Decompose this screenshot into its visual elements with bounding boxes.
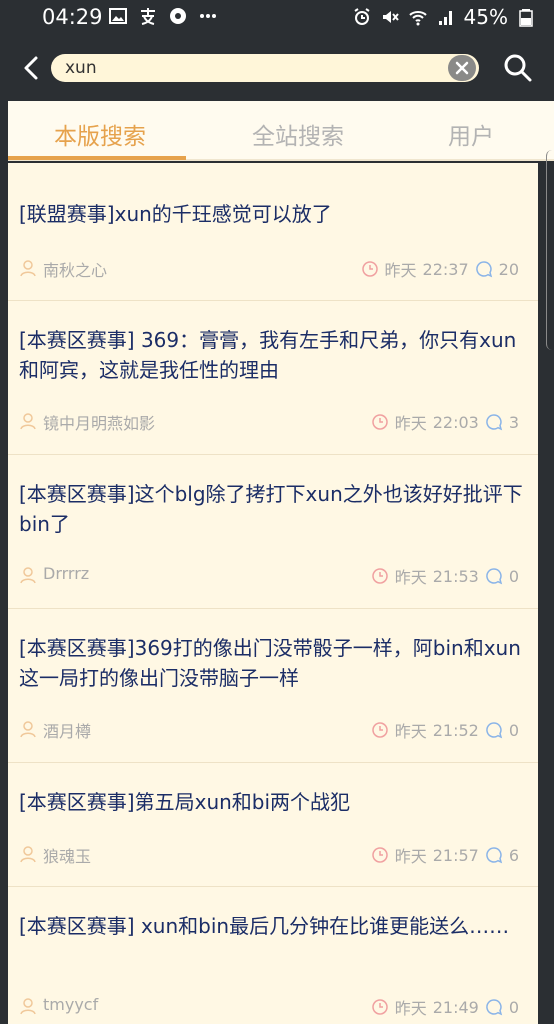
post-author[interactable]: 酒月樽 xyxy=(43,718,91,742)
clock-icon xyxy=(371,847,388,863)
user-icon xyxy=(20,998,36,1015)
user-icon xyxy=(20,260,36,277)
search-input[interactable] xyxy=(65,56,425,80)
post-meta: 狼魂玉 昨天 21:57 6 xyxy=(19,843,519,867)
battery-percent: 45% xyxy=(463,5,508,29)
reply-count: 20 xyxy=(498,259,519,279)
battery-icon xyxy=(519,9,533,27)
reply-count: 3 xyxy=(508,412,519,432)
tab-board-search[interactable]: 本版搜索 xyxy=(54,117,146,151)
post-time: 21:49 xyxy=(432,997,479,1017)
search-box xyxy=(51,54,479,82)
list-item[interactable]: [本赛区赛事]这个blg除了拷打下xun之外也该好好批评下bin了 Drrrrz… xyxy=(8,455,538,609)
post-author[interactable]: 狼魂玉 xyxy=(43,843,91,867)
post-day: 昨天 xyxy=(394,414,427,433)
list-item[interactable]: [本赛区赛事]第五局xun和bi两个战犯 狼魂玉 昨天 21:57 6 xyxy=(8,763,538,887)
tab-users[interactable]: 用户 xyxy=(448,117,494,151)
close-icon xyxy=(455,61,469,75)
side-drawer-handle[interactable] xyxy=(546,150,554,350)
reply-count: 0 xyxy=(508,566,519,586)
post-meta: 镜中月明燕如影 昨天 22:03 3 xyxy=(19,410,519,434)
post-time: 21:53 xyxy=(432,566,479,586)
mute-icon xyxy=(382,11,399,23)
post-day: 昨天 xyxy=(394,999,427,1018)
more-icon xyxy=(200,14,216,18)
list-item[interactable]: [本赛区赛事] 369：膏膏，我有左手和尺弟，你只有xun和阿宾，这就是我任性的… xyxy=(8,301,538,455)
post-author[interactable]: 镜中月明燕如影 xyxy=(43,410,155,434)
wifi-icon xyxy=(408,11,427,26)
back-icon[interactable] xyxy=(18,52,46,84)
clock-icon xyxy=(371,568,388,584)
signal-icon xyxy=(438,11,452,25)
list-item[interactable]: [本赛区赛事] xun和bin最后几分钟在比谁更能送么…… tmyycf 昨天 … xyxy=(8,887,538,1024)
search-header xyxy=(0,36,554,100)
post-day: 昨天 xyxy=(394,722,427,741)
user-icon xyxy=(20,846,36,863)
post-time: 22:37 xyxy=(422,259,469,279)
post-author[interactable]: tmyycf xyxy=(43,995,98,1014)
post-author[interactable]: Drrrrz xyxy=(43,564,89,583)
post-title: [本赛区赛事]这个blg除了拷打下xun之外也该好好批评下bin了 xyxy=(19,482,523,536)
post-author[interactable]: 南秋之心 xyxy=(43,257,107,281)
comment-icon xyxy=(486,999,502,1016)
user-icon xyxy=(20,567,36,584)
post-time: 22:03 xyxy=(432,412,479,432)
results-list[interactable]: [联盟赛事]xun的千玨感觉可以放了 南秋之心 昨天 22:37 20 [本赛区… xyxy=(8,163,538,1024)
post-meta: 酒月樽 昨天 21:52 0 xyxy=(19,718,519,742)
clock-icon xyxy=(371,414,388,430)
comment-icon xyxy=(486,847,502,864)
reply-count: 6 xyxy=(508,845,519,865)
user-icon xyxy=(20,413,36,430)
reply-count: 0 xyxy=(508,720,519,740)
status-time: 04:29 xyxy=(42,5,103,29)
comment-icon xyxy=(486,722,502,739)
post-time: 21:57 xyxy=(432,845,479,865)
clock-icon xyxy=(361,261,378,277)
status-bar: 04:29 45% xyxy=(0,0,554,36)
post-title: [本赛区赛事]第五局xun和bi两个战犯 xyxy=(19,790,351,814)
post-title: [本赛区赛事] xun和bin最后几分钟在比谁更能送么…… xyxy=(19,914,510,938)
tab-site-search[interactable]: 全站搜索 xyxy=(252,117,344,151)
alipay-icon xyxy=(141,8,155,25)
clock-icon xyxy=(371,999,388,1015)
post-title: [本赛区赛事]369打的像出门没带骰子一样，阿bin和xun这一局打的像出门没带… xyxy=(19,636,521,690)
post-meta: Drrrrz 昨天 21:53 0 xyxy=(19,564,519,587)
app-icon xyxy=(170,8,186,24)
comment-icon xyxy=(486,568,502,585)
clear-search-button[interactable] xyxy=(448,55,476,81)
post-day: 昨天 xyxy=(394,568,427,587)
clock-icon xyxy=(371,722,388,738)
post-meta: 南秋之心 昨天 22:37 20 xyxy=(19,257,519,281)
search-icon[interactable] xyxy=(502,52,534,84)
reply-count: 0 xyxy=(508,997,519,1017)
post-title: [联盟赛事]xun的千玨感觉可以放了 xyxy=(19,202,332,226)
post-time: 21:52 xyxy=(432,720,479,740)
list-item[interactable]: [联盟赛事]xun的千玨感觉可以放了 南秋之心 昨天 22:37 20 xyxy=(8,163,538,301)
list-item[interactable]: [本赛区赛事]369打的像出门没带骰子一样，阿bin和xun这一局打的像出门没带… xyxy=(8,609,538,763)
post-day: 昨天 xyxy=(384,261,417,280)
alarm-icon xyxy=(353,8,370,25)
gallery-icon xyxy=(109,8,127,24)
post-title: [本赛区赛事] 369：膏膏，我有左手和尺弟，你只有xun和阿宾，这就是我任性的… xyxy=(19,328,517,382)
active-tab-indicator xyxy=(8,156,186,160)
user-icon xyxy=(20,721,36,738)
post-day: 昨天 xyxy=(394,847,427,866)
comment-icon xyxy=(475,261,492,278)
post-meta: tmyycf 昨天 21:49 0 xyxy=(19,995,519,1018)
comment-icon xyxy=(486,414,502,431)
search-tabs: 本版搜索 全站搜索 用户 xyxy=(8,101,554,161)
